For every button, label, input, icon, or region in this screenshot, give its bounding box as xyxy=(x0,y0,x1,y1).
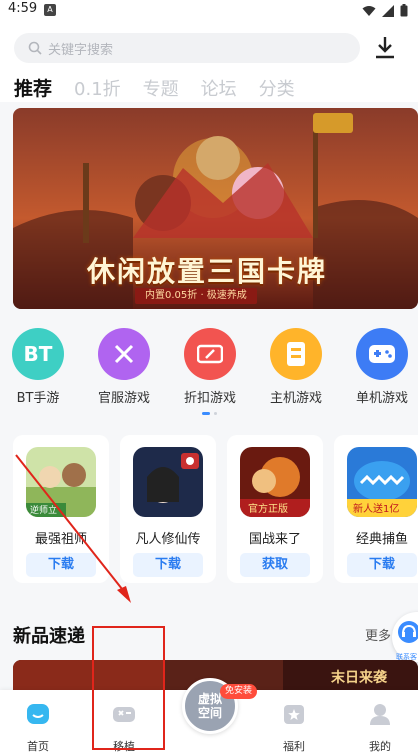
section-title: 新品速递 xyxy=(13,626,85,647)
home-icon xyxy=(27,704,49,724)
user-icon xyxy=(370,704,390,725)
nav-label: 首页 xyxy=(27,740,49,753)
no-install-badge: 免安装 xyxy=(220,684,258,699)
nav-home[interactable]: 首页 xyxy=(8,702,68,754)
nav-label: 我的 xyxy=(369,740,391,753)
virtual-space-line2: 空间 xyxy=(197,706,222,720)
bottom-nav: 首页 移植 虚拟 空间 免安装 福利 我的 xyxy=(0,678,418,755)
annotation-highlight-box xyxy=(92,626,165,750)
nav-label: 福利 xyxy=(283,740,305,753)
gift-star-icon xyxy=(284,705,304,724)
nav-welfare[interactable]: 福利 xyxy=(264,702,324,754)
nav-mine[interactable]: 我的 xyxy=(350,702,410,754)
more-link[interactable]: 更多 xyxy=(365,625,391,644)
promo-text: 末日来袭 xyxy=(331,669,388,686)
virtual-space-line1: 虚拟 xyxy=(197,692,222,706)
headset-icon xyxy=(398,621,418,643)
